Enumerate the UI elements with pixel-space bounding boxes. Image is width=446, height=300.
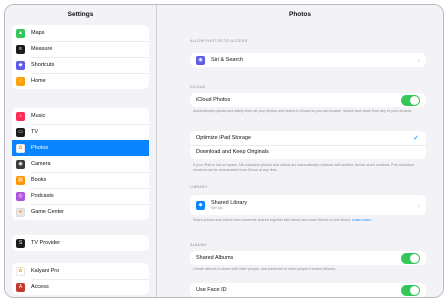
download-originals-row[interactable]: Download and Keep Originals — [190, 145, 426, 159]
sidebar-item-tv[interactable]: ▭ TV — [12, 124, 149, 140]
siri-search-row[interactable]: ◉ Siri & Search › — [190, 53, 426, 67]
maps-icon: ▲ — [16, 28, 25, 38]
sidebar-item-home[interactable]: ⌂ Home — [12, 73, 149, 89]
sidebar-item-game-center[interactable]: ● Game Center — [12, 204, 149, 220]
download-originals-label: Download and Keep Originals — [196, 149, 269, 155]
sidebar-item-label: Books — [31, 177, 47, 183]
measure-icon: ≡ — [16, 44, 25, 54]
sidebar-item-camera[interactable]: ◉ Camera — [12, 156, 149, 172]
sidebar-item-podcasts[interactable]: ◎ Podcasts — [12, 188, 149, 204]
storage-options-card: Optimize iPad Storage ✓ Download and Kee… — [190, 131, 426, 159]
shared-albums-footnote: Create albums to share with other people… — [193, 267, 337, 271]
chevron-right-icon: › — [417, 55, 420, 65]
shared-library-row[interactable]: ◆ Shared Library Set Up › — [190, 195, 426, 215]
sidebar-item-label: TV Provider — [31, 240, 61, 246]
shared-library-note: Share photos and videos from moments sha… — [193, 218, 352, 222]
sidebar-item-label: Podcasts — [31, 193, 54, 199]
section-header-icloud: ICLOUD — [190, 85, 206, 89]
podcasts-icon: ◎ — [16, 191, 25, 201]
sidebar-title: Settings — [67, 11, 94, 18]
sidebar-item-label: Measure — [31, 46, 53, 52]
tv-icon: ▭ — [16, 127, 25, 137]
sidebar-item-access[interactable]: A Access — [12, 279, 149, 295]
shared-albums-label: Shared Albums — [196, 255, 234, 261]
face-id-label: Use Face ID — [196, 287, 227, 293]
shared-library-card: ◆ Shared Library Set Up › — [190, 195, 426, 215]
books-icon: ▤ — [16, 175, 25, 185]
sidebar-item-tv-provider[interactable]: S TV Provider — [12, 235, 149, 251]
face-id-card: Use Face ID — [190, 283, 426, 297]
sidebar-group-apps: ▲ Maps ≡ Measure ◆ Shortcuts ⌂ Home — [12, 25, 149, 89]
shared-library-icon: ◆ — [196, 200, 205, 210]
sidebar-item-kalyani-pro[interactable]: ✿ Kalyani Pro — [12, 263, 149, 279]
row-divider — [190, 145, 426, 146]
learn-more-link[interactable]: Learn more... — [352, 218, 373, 222]
sidebar-item-shortcuts[interactable]: ◆ Shortcuts — [12, 57, 149, 73]
tv-provider-icon: S — [16, 238, 25, 248]
sidebar-item-photos[interactable]: ✿ Photos — [12, 140, 149, 156]
sidebar-item-label: Access — [31, 284, 49, 290]
icloud-photos-toggle[interactable] — [401, 94, 420, 106]
game-center-icon: ● — [16, 207, 25, 217]
sidebar-item-label: Home — [31, 78, 46, 84]
sidebar: Settings ▲ Maps ≡ Measure ◆ Shortcuts ⌂ Home ♪ M… — [5, 5, 157, 297]
section-header-albums: ALBUMS — [190, 243, 207, 247]
shortcuts-icon: ◆ — [16, 60, 25, 70]
music-icon: ♪ — [16, 111, 25, 121]
sidebar-item-label: Camera — [31, 161, 51, 167]
checkmark-icon: ✓ — [413, 135, 419, 142]
shared-albums-row: Shared Albums — [190, 251, 426, 265]
icloud-photos-row: iCloud Photos — [190, 93, 426, 107]
chevron-right-icon: › — [417, 200, 420, 210]
sidebar-item-label: Kalyani Pro — [31, 268, 60, 274]
sidebar-item-books[interactable]: ▤ Books — [12, 172, 149, 188]
icloud-photos-label: iCloud Photos — [196, 97, 231, 103]
optimize-storage-label: Optimize iPad Storage — [196, 135, 252, 141]
shared-library-footnote: Share photos and videos from moments sha… — [193, 218, 423, 223]
face-id-toggle[interactable] — [401, 284, 420, 296]
optimize-storage-row[interactable]: Optimize iPad Storage ✓ — [190, 131, 426, 145]
icloud-photos-footnote: Automatically upload and safely store al… — [193, 109, 413, 113]
sidebar-item-music[interactable]: ♪ Music — [12, 108, 149, 124]
photos-settings-pane: Photos ALLOW PHOTOS TO ACCESS ◉ Siri & S… — [157, 5, 443, 297]
sidebar-item-label: TV — [31, 129, 39, 135]
shared-albums-toggle[interactable] — [401, 252, 420, 264]
shared-library-subtitle: Set Up — [211, 206, 223, 210]
storage-footnote: If your iPad is low on space, full-resol… — [193, 163, 414, 172]
sidebar-item-label: Photos — [31, 145, 49, 151]
siri-search-label: Siri & Search — [211, 57, 244, 63]
settings-window: Settings ▲ Maps ≡ Measure ◆ Shortcuts ⌂ Home ♪ M… — [4, 4, 444, 298]
sidebar-item-label: Game Center — [31, 209, 65, 215]
camera-icon: ◉ — [16, 159, 25, 169]
sidebar-item-label: Shortcuts — [31, 62, 55, 68]
sidebar-item-measure[interactable]: ≡ Measure — [12, 41, 149, 57]
sidebar-group-media: ♪ Music ▭ TV ✿ Photos ◉ Camera ▤ Books ◎ Podcasts ● G… — [12, 108, 149, 220]
face-id-row: Use Face ID — [190, 283, 426, 297]
icloud-photos-card: iCloud Photos — [190, 93, 426, 107]
page-title: Photos — [288, 11, 312, 18]
sidebar-group-provider: S TV Provider — [12, 235, 149, 251]
sidebar-item-maps[interactable]: ▲ Maps — [12, 25, 149, 41]
shared-albums-card: Shared Albums — [190, 251, 426, 265]
siri-search-card: ◉ Siri & Search › — [190, 53, 426, 67]
shared-library-text: Shared Library Set Up — [211, 200, 247, 210]
section-header-library: LIBRARY — [190, 185, 208, 189]
photos-icon: ✿ — [16, 143, 25, 153]
app-icon: ✿ — [16, 266, 25, 276]
sidebar-item-label: Maps — [31, 30, 45, 36]
sidebar-item-label: Music — [31, 113, 46, 119]
sidebar-group-third-party: ✿ Kalyani Pro A Access — [12, 263, 149, 295]
siri-icon: ◉ — [196, 55, 205, 65]
home-icon: ⌂ — [16, 76, 25, 86]
access-icon: A — [16, 282, 25, 292]
section-header-access: ALLOW PHOTOS TO ACCESS — [190, 39, 248, 43]
